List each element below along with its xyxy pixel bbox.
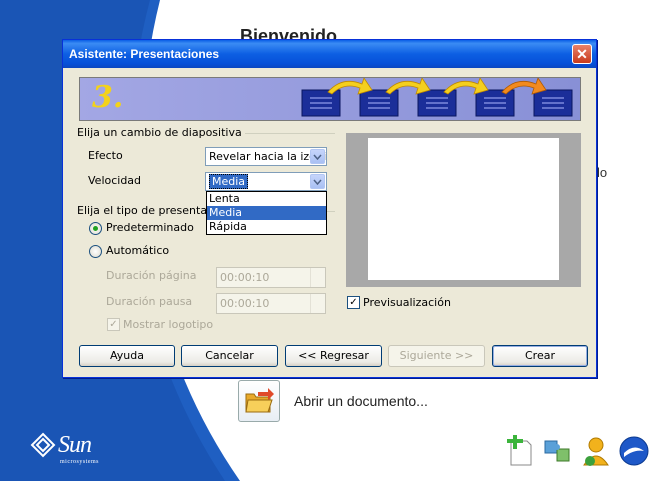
create-button[interactable]: Crear <box>492 345 588 367</box>
effect-dropdown[interactable]: Revelar hacia la izqui <box>205 147 327 166</box>
effect-label: Efecto <box>88 149 123 162</box>
background-text-fragment: lo <box>597 165 608 180</box>
radio-default-label[interactable]: Predeterminado <box>106 221 194 234</box>
wizard-banner: 3. <box>79 77 581 121</box>
speed-option[interactable]: Rápida <box>207 220 326 234</box>
next-button[interactable]: Siguiente >> <box>388 345 485 367</box>
preview-slide-page <box>368 138 559 280</box>
effect-value: Revelar hacia la izqui <box>209 150 327 163</box>
radio-automatic-label[interactable]: Automático <box>106 244 169 257</box>
sun-logo-icon <box>30 432 56 458</box>
chevron-down-icon[interactable] <box>310 149 325 164</box>
preview-label[interactable]: Previsualización <box>363 296 451 309</box>
page-duration-label: Duración página <box>106 269 197 282</box>
speed-option[interactable]: Media <box>207 206 326 220</box>
speed-dropdown[interactable]: Media <box>205 172 327 191</box>
extensions-icon[interactable] <box>541 435 573 467</box>
openoffice-icon[interactable] <box>618 435 650 467</box>
user-icon[interactable] <box>580 435 612 467</box>
help-button[interactable]: Ayuda <box>79 345 175 367</box>
open-document-link[interactable]: Abrir un documento... <box>238 380 428 422</box>
sun-logo-subtext: microsystems <box>60 459 99 465</box>
preview-checkbox[interactable]: ✓ <box>347 296 360 309</box>
close-button[interactable]: ✕ <box>572 44 592 64</box>
presentation-wizard-dialog: Asistente: Presentaciones ✕ 3. Elija un … <box>62 39 597 378</box>
back-button[interactable]: << Regresar <box>285 345 382 367</box>
cancel-button[interactable]: Cancelar <box>181 345 278 367</box>
show-logo-checkbox[interactable]: ✓ <box>107 318 120 331</box>
speed-options-list[interactable]: Lenta Media Rápida <box>206 191 327 235</box>
pause-duration-field[interactable]: 00:00:10 <box>216 293 326 314</box>
close-icon: ✕ <box>576 45 588 62</box>
page-duration-field[interactable]: 00:00:10 <box>216 267 326 288</box>
slide-preview <box>346 133 581 287</box>
spinner-arrows-icon[interactable] <box>310 268 325 287</box>
radio-automatic[interactable] <box>89 245 102 258</box>
wizard-banner-graphic <box>301 78 573 117</box>
pause-duration-label: Duración pausa <box>106 295 193 308</box>
slide-change-group-label: Elija un cambio de diapositiva <box>77 126 245 139</box>
open-document-label[interactable]: Abrir un documento... <box>294 393 428 409</box>
dialog-title: Asistente: Presentaciones <box>69 47 220 61</box>
sun-logo: Sun microsystems <box>30 432 99 465</box>
speed-label: Velocidad <box>88 174 142 187</box>
speed-option[interactable]: Lenta <box>207 192 326 206</box>
spinner-arrows-icon[interactable] <box>310 294 325 313</box>
new-document-icon[interactable] <box>503 435 535 467</box>
open-folder-icon[interactable] <box>238 380 280 422</box>
show-logo-label: Mostrar logotipo <box>123 318 214 331</box>
chevron-down-icon[interactable] <box>310 174 325 189</box>
speed-value: Media <box>209 174 249 189</box>
radio-default[interactable] <box>89 222 102 235</box>
dialog-titlebar[interactable]: Asistente: Presentaciones ✕ <box>63 40 596 68</box>
page-duration-value: 00:00:10 <box>220 271 270 284</box>
pause-duration-value: 00:00:10 <box>220 297 270 310</box>
sun-logo-text: Sun <box>58 432 92 458</box>
